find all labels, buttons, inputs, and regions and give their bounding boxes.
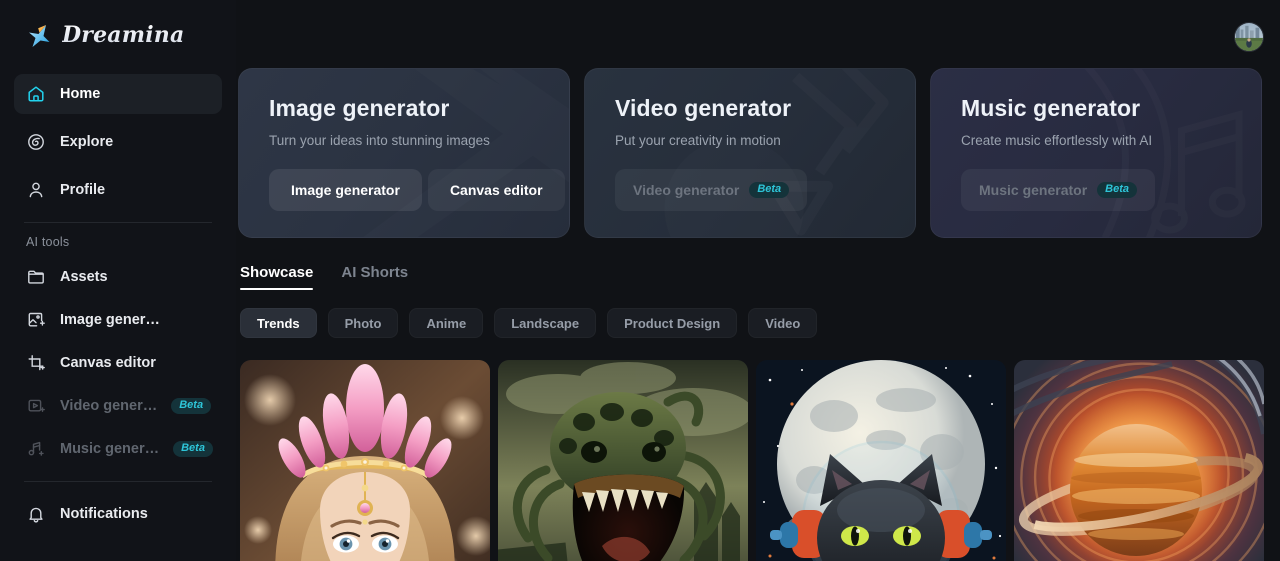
- gallery-item-monster[interactable]: [498, 360, 748, 561]
- sidebar-item-label: Home: [60, 86, 101, 102]
- sidebar-item-notifications[interactable]: Notifications: [14, 494, 222, 534]
- folder-icon: [26, 267, 46, 287]
- hero-title: Music generator: [961, 95, 1141, 121]
- sidebar-item-home[interactable]: Home: [14, 74, 222, 114]
- main-content: Image generator Turn your ideas into stu…: [236, 0, 1280, 561]
- sidebar-item-image-generator[interactable]: Image gener…: [14, 300, 222, 340]
- sidebar-divider-bottom: [24, 481, 212, 482]
- sidebar-item-label: Music gener…: [60, 441, 160, 457]
- brand-name: Dreamina: [62, 22, 185, 48]
- sidebar-item-label: Explore: [60, 134, 114, 150]
- chip-label: Video: [765, 315, 801, 331]
- gallery-item-ringed-planet[interactable]: [1014, 360, 1264, 561]
- gallery-item-astronaut-cat[interactable]: [756, 360, 1006, 561]
- hero-title: Video generator: [615, 95, 792, 121]
- image-plus-icon: [26, 310, 46, 330]
- video-generator-button[interactable]: Video generator Beta: [615, 169, 808, 211]
- sidebar-divider-top: [24, 222, 212, 223]
- chip-label: Trends: [257, 315, 300, 331]
- dreamina-star-icon: [29, 25, 50, 47]
- home-icon: [26, 84, 46, 104]
- chip-landscape[interactable]: Landscape: [494, 308, 597, 338]
- chip-label: Anime: [426, 315, 467, 331]
- astronaut-cat-in-front-of-moon: [756, 360, 1006, 561]
- green-tentacled-monster-ruins: [498, 360, 748, 561]
- person-icon: [26, 180, 46, 200]
- brand-logo[interactable]: Dreamina: [14, 0, 222, 70]
- hero-subtitle: Create music effortlessly with AI: [961, 133, 1153, 148]
- filter-chips: Trends Photo Anime Landscape Product Des…: [238, 290, 1280, 338]
- sidebar-item-label: Profile: [60, 182, 106, 198]
- chip-photo[interactable]: Photo: [327, 308, 399, 338]
- sidebar: Dreamina Home Explore Profile AI tools A…: [0, 0, 236, 561]
- sidebar-section-ai-tools: AI tools: [26, 235, 70, 249]
- avatar[interactable]: [1234, 22, 1264, 52]
- hero-card-image-generator[interactable]: Image generator Turn your ideas into stu…: [238, 68, 570, 238]
- beta-badge: Beta: [171, 398, 212, 414]
- chip-anime[interactable]: Anime: [409, 308, 484, 338]
- music-generator-button[interactable]: Music generator Beta: [961, 169, 1155, 211]
- sidebar-item-label: Assets: [60, 269, 108, 285]
- tab-label: AI Shorts: [341, 264, 409, 281]
- beta-badge: Beta: [173, 441, 213, 457]
- showcase-gallery: [238, 338, 1280, 561]
- button-label: Music generator: [979, 182, 1088, 198]
- hero-title: Image generator: [269, 95, 450, 121]
- sidebar-item-profile[interactable]: Profile: [14, 170, 222, 210]
- chip-label: Landscape: [511, 315, 580, 331]
- sidebar-tools-nav: Assets Image gener… Canvas editor Video …: [14, 257, 222, 469]
- beta-badge: Beta: [1097, 182, 1137, 198]
- content-tabs: Showcase AI Shorts: [238, 238, 1280, 290]
- music-note-plus-icon: [26, 439, 46, 459]
- gallery-item-princess[interactable]: [240, 360, 490, 561]
- chip-trends[interactable]: Trends: [240, 308, 317, 338]
- hero-cards-row: Image generator Turn your ideas into stu…: [238, 0, 1280, 238]
- bell-icon: [26, 504, 46, 524]
- sidebar-item-canvas-editor[interactable]: Canvas editor: [14, 343, 222, 383]
- canvas-icon: [26, 353, 46, 373]
- sidebar-item-label: Canvas editor: [60, 355, 156, 371]
- chip-label: Photo: [344, 315, 382, 331]
- beta-badge: Beta: [749, 182, 790, 198]
- sidebar-footer-nav: Notifications: [14, 494, 222, 534]
- hero-subtitle: Put your creativity in motion: [615, 133, 781, 148]
- chip-label: Product Design: [624, 315, 721, 331]
- sidebar-item-explore[interactable]: Explore: [14, 122, 222, 162]
- hero-buttons: Image generator Canvas editor: [269, 169, 569, 211]
- canvas-editor-button[interactable]: Canvas editor: [427, 169, 565, 211]
- hero-card-music-generator[interactable]: Music generator Create music effortlessl…: [930, 68, 1262, 238]
- ringed-planet-orange-swirls: [1014, 360, 1264, 561]
- hero-card-video-generator[interactable]: Video generator Put your creativity in m…: [584, 68, 916, 238]
- sidebar-item-label: Notifications: [60, 506, 148, 522]
- app-root: Dreamina Home Explore Profile AI tools A…: [0, 0, 1280, 561]
- sidebar-item-label: Video gener…: [60, 398, 158, 414]
- princess-with-pink-crystal-tiara: [240, 360, 490, 561]
- hero-buttons: Music generator Beta: [961, 169, 1261, 211]
- tab-label: Showcase: [240, 264, 314, 281]
- user-avatar: [1235, 23, 1263, 51]
- hero-buttons: Video generator Beta: [615, 169, 915, 211]
- sidebar-item-label: Image gener…: [60, 312, 160, 328]
- sidebar-item-music-generator[interactable]: Music gener… Beta: [14, 429, 222, 469]
- sidebar-item-video-generator[interactable]: Video gener… Beta: [14, 386, 222, 426]
- sidebar-item-assets[interactable]: Assets: [14, 257, 222, 297]
- button-label: Canvas editor: [449, 182, 543, 198]
- sidebar-primary-nav: Home Explore Profile: [14, 74, 222, 210]
- chip-video[interactable]: Video: [748, 308, 818, 338]
- hero-subtitle: Turn your ideas into stunning images: [269, 133, 490, 148]
- tab-showcase[interactable]: Showcase: [240, 264, 314, 290]
- tab-ai-shorts[interactable]: AI Shorts: [341, 264, 408, 290]
- chip-product-design[interactable]: Product Design: [607, 308, 738, 338]
- video-plus-icon: [26, 396, 46, 416]
- compass-icon: [26, 132, 46, 152]
- button-label: Image generator: [291, 182, 400, 198]
- button-label: Video generator: [633, 182, 740, 198]
- image-generator-button[interactable]: Image generator: [269, 169, 422, 211]
